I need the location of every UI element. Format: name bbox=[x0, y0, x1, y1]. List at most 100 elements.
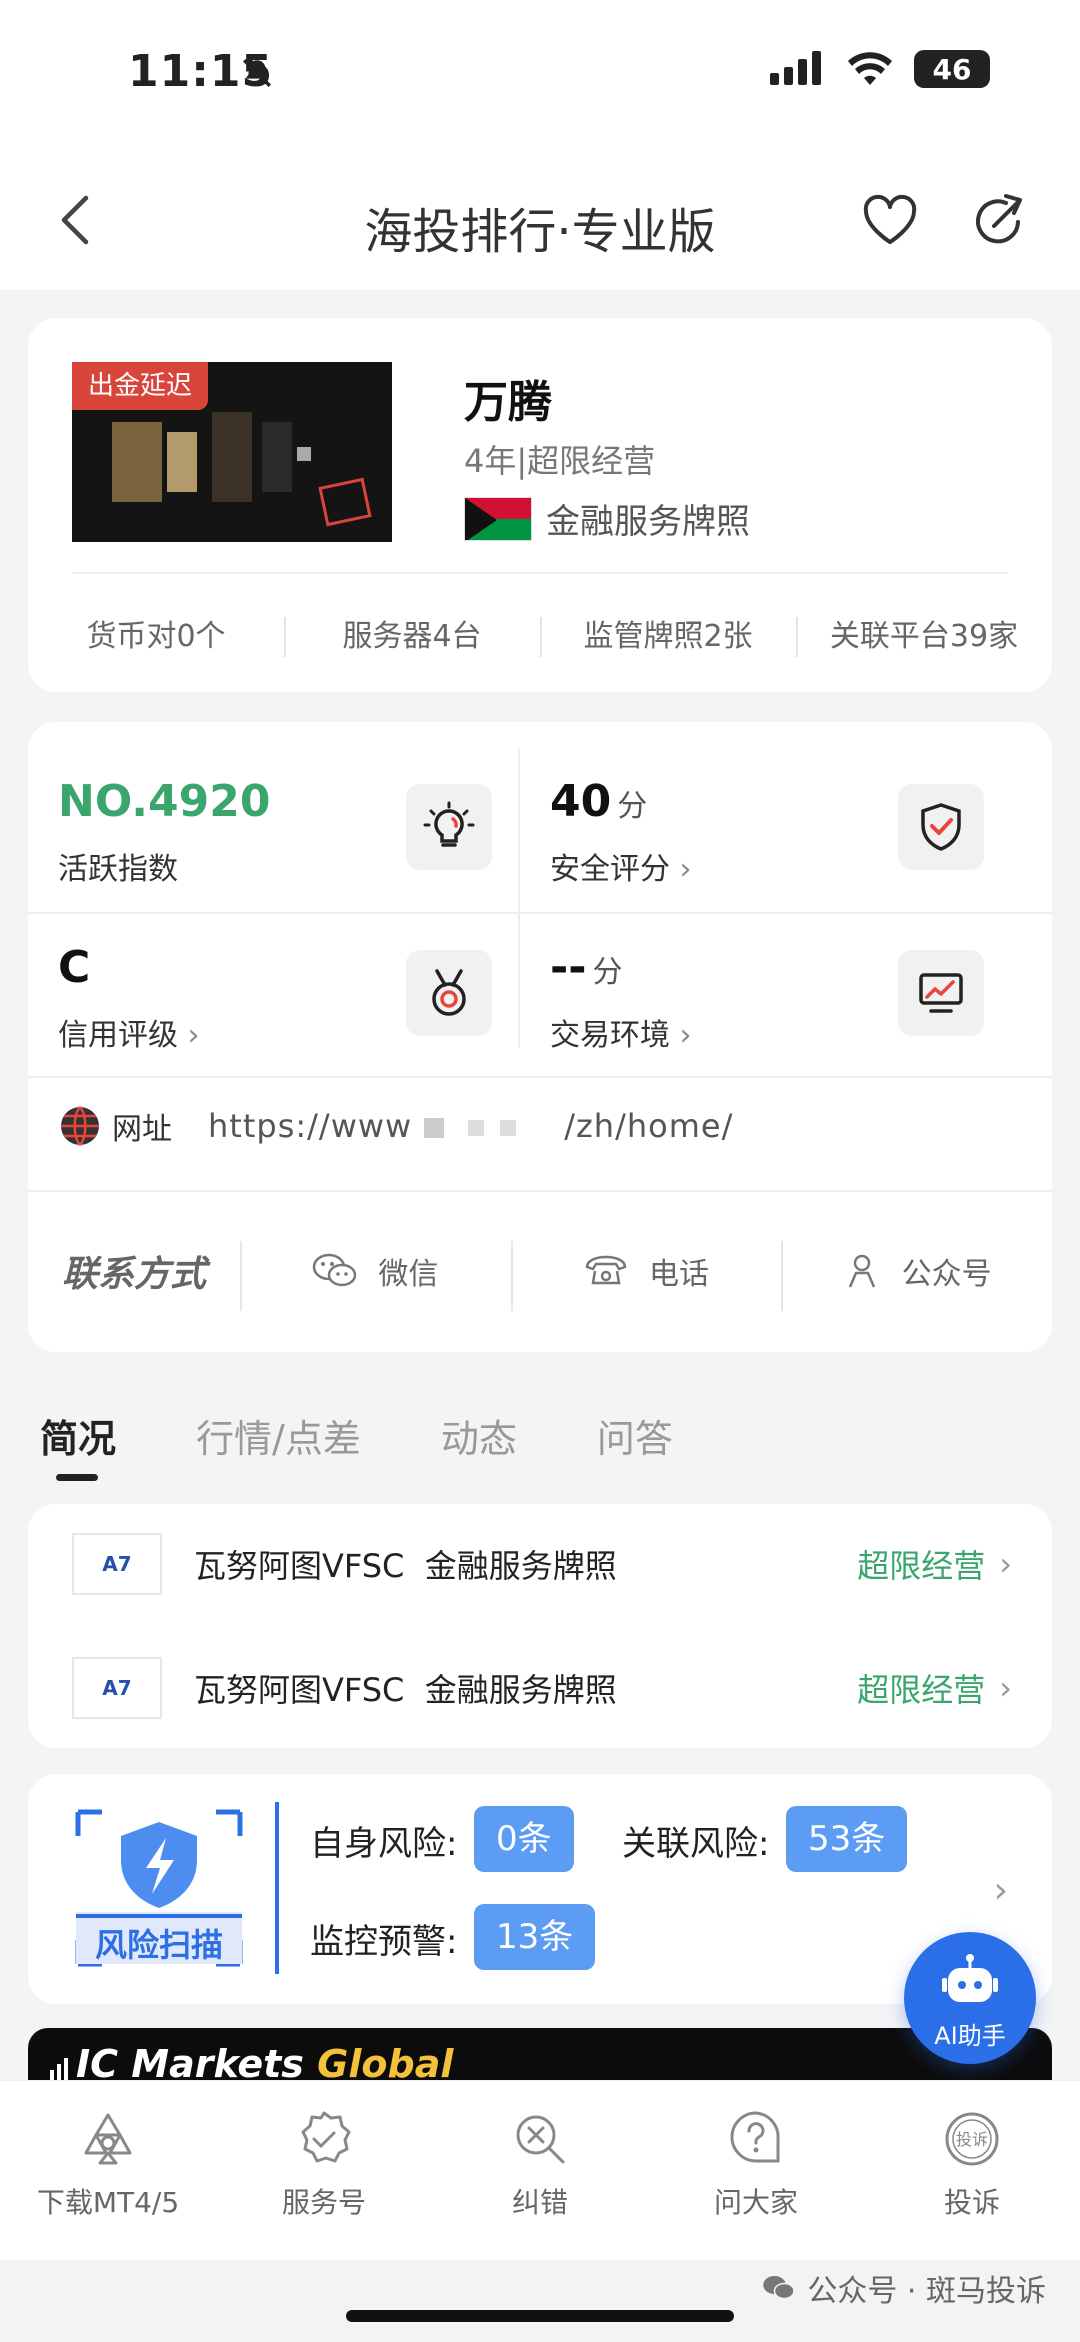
trading-label[interactable]: 交易环境 › bbox=[550, 1010, 692, 1054]
contact-phone[interactable]: 电话 bbox=[510, 1241, 782, 1311]
watermark-text: 公众号 · 斑马投诉 bbox=[807, 2274, 1046, 2309]
broker-stats: 货币对0个 服务器4台 监管牌照2张 关联平台39家 bbox=[28, 598, 1052, 668]
shield-check-icon bbox=[898, 784, 984, 870]
safety-value: 40 分 bbox=[550, 776, 648, 827]
contact-official-account-label: 公众号 bbox=[901, 1257, 992, 1292]
activity-label: 活跃指数 bbox=[58, 852, 178, 887]
phone-icon bbox=[585, 1255, 627, 1285]
nav-complaint-label: 投诉 bbox=[943, 2186, 1000, 2219]
nav-complaint[interactable]: 投诉 投诉 bbox=[864, 2081, 1080, 2260]
signal-icon bbox=[770, 51, 821, 85]
monitor-value[interactable]: 13条 bbox=[474, 1904, 596, 1970]
tab-qa[interactable]: 问答 bbox=[597, 1408, 673, 1481]
wechat-icon bbox=[763, 2276, 796, 2300]
nav-service-account-label: 服务号 bbox=[281, 2186, 366, 2219]
stat-related-platforms: 关联平台39家 bbox=[796, 611, 1052, 657]
tab-quotes-spread[interactable]: 行情/点差 bbox=[196, 1408, 361, 1481]
badge-check-icon bbox=[301, 2111, 351, 2163]
self-risk-value[interactable]: 0条 bbox=[474, 1806, 574, 1872]
ad-banner[interactable]: IC Markets Global bbox=[28, 2028, 1052, 2088]
nav-service-account[interactable]: 服务号 bbox=[216, 2081, 432, 2260]
contact-wechat[interactable]: 微信 bbox=[240, 1241, 511, 1311]
related-risk-value[interactable]: 53条 bbox=[786, 1806, 908, 1872]
stat-currency-pairs: 货币对0个 bbox=[86, 619, 226, 654]
divider bbox=[72, 572, 1008, 574]
activity-index: NO.4920 活跃指数 bbox=[28, 722, 520, 887]
question-bubble-icon bbox=[730, 2111, 780, 2163]
contact-wechat-label: 微信 bbox=[378, 1257, 439, 1292]
share-icon[interactable] bbox=[968, 188, 1032, 252]
contact-official-account[interactable]: 公众号 bbox=[781, 1241, 1052, 1311]
chevron-right-icon: › bbox=[999, 1669, 1012, 1707]
broker-license: 金融服务牌照 bbox=[464, 494, 750, 543]
ai-assistant-label: AI助手 bbox=[934, 2022, 1006, 2050]
stat-servers: 服务器4台 bbox=[284, 611, 540, 657]
risk-card[interactable]: 风险扫描 自身风险: 0条 关联风险: 53条 监控预警: 13条 › bbox=[28, 1774, 1052, 2004]
broker-license-label: 金融服务牌照 bbox=[546, 502, 750, 542]
ai-assistant-button[interactable]: AI助手 bbox=[904, 1932, 1036, 2064]
nav-bar: 海投排行·专业版 bbox=[0, 150, 1080, 290]
divider bbox=[275, 1802, 279, 1974]
nav-report-error[interactable]: 纠错 bbox=[432, 2081, 648, 2260]
battery-icon: 46 bbox=[914, 50, 990, 88]
risk-badge-label: 风险扫描 bbox=[94, 1926, 223, 1964]
credit-label[interactable]: 信用评级 › bbox=[58, 1010, 200, 1054]
nav-ask-everyone-label: 问大家 bbox=[713, 2186, 798, 2219]
nav-report-error-label: 纠错 bbox=[511, 2186, 568, 2219]
license-label: 瓦努阿图VFSC 金融服务牌照 bbox=[194, 1547, 617, 1585]
website-row[interactable]: 网址 https://www/zh/home/ bbox=[58, 1086, 733, 1166]
chevron-right-icon: › bbox=[993, 1870, 1008, 1911]
related-risk-label: 关联风险: bbox=[622, 1824, 770, 1864]
status-bar: 11:15 46 bbox=[0, 0, 1080, 150]
activity-value: NO.4920 bbox=[58, 776, 271, 827]
heart-icon[interactable] bbox=[858, 188, 922, 252]
tab-overview[interactable]: 简况 bbox=[40, 1408, 116, 1481]
nav-download-mt-label: 下载MT4/5 bbox=[36, 2186, 180, 2219]
chevron-right-icon: › bbox=[999, 1545, 1012, 1583]
status-indicators: 46 bbox=[770, 50, 990, 88]
divider bbox=[28, 1076, 1052, 1078]
robot-icon bbox=[942, 1954, 998, 2002]
trading-value: -- 分 bbox=[550, 942, 623, 993]
divider bbox=[518, 748, 520, 1048]
vfsc-logo-icon: A7 bbox=[72, 1657, 162, 1719]
wechat-icon bbox=[313, 1253, 357, 1287]
vfsc-logo-icon: A7 bbox=[72, 1533, 162, 1595]
metrics-card: NO.4920 活跃指数 40 分 安全评分 › C 信用评级 › -- 分 交… bbox=[28, 722, 1052, 1352]
bottom-nav: 下载MT4/5 服务号 纠错 问大家 投诉 投诉 bbox=[0, 2080, 1080, 2260]
vanuatu-flag-icon bbox=[464, 496, 532, 541]
license-status: 超限经营 bbox=[857, 1671, 986, 1709]
svg-text:投诉: 投诉 bbox=[956, 2130, 988, 2149]
license-label: 瓦努阿图VFSC 金融服务牌照 bbox=[194, 1671, 617, 1709]
license-row[interactable]: A7 瓦努阿图VFSC 金融服务牌照 超限经营 › bbox=[72, 1532, 1012, 1596]
search-x-icon bbox=[516, 2115, 565, 2164]
lightbulb-icon bbox=[406, 784, 492, 870]
contact-title: 联系方式 bbox=[61, 1254, 206, 1295]
license-card: A7 瓦努阿图VFSC 金融服务牌照 超限经营 › A7 瓦努阿图VFSC 金融… bbox=[28, 1504, 1052, 1748]
broker-subtitle: 4年|超限经营 bbox=[464, 442, 656, 480]
tab-news[interactable]: 动态 bbox=[441, 1408, 517, 1481]
license-row[interactable]: A7 瓦努阿图VFSC 金融服务牌照 超限经营 › bbox=[72, 1656, 1012, 1720]
monitor-chart-icon bbox=[898, 950, 984, 1036]
self-risk-label: 自身风险: bbox=[310, 1824, 458, 1864]
nav-ask-everyone[interactable]: 问大家 bbox=[648, 2081, 864, 2260]
safety-score[interactable]: 40 分 安全评分 › bbox=[520, 722, 1012, 887]
website-url[interactable]: https://www/zh/home/ bbox=[208, 1107, 733, 1145]
safety-label[interactable]: 安全评分 › bbox=[550, 844, 692, 888]
monitor-label: 监控预警: bbox=[310, 1922, 458, 1962]
person-icon bbox=[848, 1254, 875, 1288]
broker-card[interactable]: 出金延迟 万腾 4年|超限经营 金融服务牌照 货币对0个 服务器4台 监管牌照2… bbox=[28, 318, 1052, 692]
bell-muted-icon bbox=[242, 58, 272, 88]
divider bbox=[28, 1190, 1052, 1192]
mt-download-icon bbox=[84, 2113, 132, 2165]
watermark: 公众号 · 斑马投诉 bbox=[761, 2266, 1046, 2310]
risk-scan-badge: 风险扫描 bbox=[74, 1808, 244, 1968]
stat-licenses: 监管牌照2张 bbox=[540, 611, 796, 657]
nav-download-mt[interactable]: 下载MT4/5 bbox=[0, 2081, 216, 2260]
divider bbox=[28, 912, 1052, 914]
contact-row: 联系方式 微信 电话 公众号 bbox=[28, 1196, 1052, 1346]
license-status: 超限经营 bbox=[857, 1547, 986, 1585]
home-indicator bbox=[346, 2310, 734, 2322]
broker-name: 万腾 bbox=[464, 377, 552, 428]
bars-logo-icon bbox=[50, 2058, 68, 2080]
